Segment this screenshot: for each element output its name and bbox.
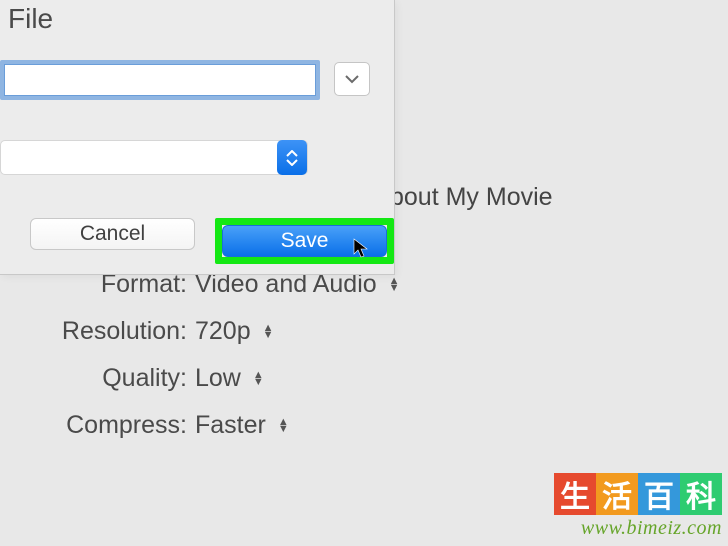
watermark-char: 百 <box>638 473 680 515</box>
stepper-icon[interactable]: ▲▼ <box>263 325 274 339</box>
location-select[interactable] <box>0 140 308 175</box>
save-button-label: Save <box>281 229 329 253</box>
select-stepper[interactable] <box>277 140 307 175</box>
watermark: 生 活 百 科 www.bimeiz.com <box>554 473 722 540</box>
compress-row[interactable]: Compress: Faster ▲▼ <box>0 411 728 440</box>
quality-value: Low <box>195 364 241 393</box>
cursor-icon <box>353 238 371 260</box>
watermark-char: 活 <box>596 473 638 515</box>
chevron-up-icon <box>286 150 298 157</box>
watermark-url: www.bimeiz.com <box>554 517 722 540</box>
stepper-icon[interactable]: ▲▼ <box>389 278 400 292</box>
save-dialog: File Cancel Save <box>0 0 395 275</box>
chevron-down-icon <box>344 74 360 84</box>
compress-label: Compress: <box>0 411 195 440</box>
chevron-down-icon <box>286 159 298 166</box>
filename-input[interactable] <box>0 60 320 100</box>
resolution-label: Resolution: <box>0 317 195 346</box>
save-button[interactable]: Save <box>222 225 387 257</box>
stepper-icon[interactable]: ▲▼ <box>253 372 264 386</box>
compress-value: Faster <box>195 411 266 440</box>
cancel-button[interactable]: Cancel <box>30 218 195 250</box>
expand-button[interactable] <box>334 62 370 96</box>
quality-label: Quality: <box>0 364 195 393</box>
quality-row[interactable]: Quality: Low ▲▼ <box>0 364 728 393</box>
file-menu-label[interactable]: File <box>8 3 53 35</box>
resolution-value: 720p <box>195 317 251 346</box>
stepper-icon[interactable]: ▲▼ <box>278 419 289 433</box>
dialog-buttons: Cancel Save <box>30 218 394 264</box>
watermark-blocks: 生 活 百 科 <box>554 473 722 515</box>
watermark-char: 生 <box>554 473 596 515</box>
save-highlight-box: Save <box>215 218 394 264</box>
watermark-char: 科 <box>680 473 722 515</box>
resolution-row[interactable]: Resolution: 720p ▲▼ <box>0 317 728 346</box>
movie-title-fragment: bout My Movie <box>390 183 553 212</box>
export-options: Format: Video and Audio ▲▼ Resolution: 7… <box>0 270 728 440</box>
